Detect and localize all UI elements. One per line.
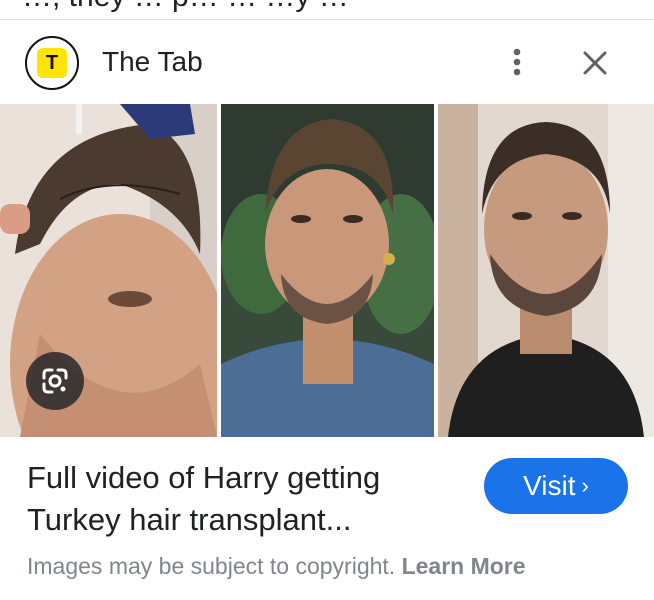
result-title-line1: Full video of Harry getting (27, 460, 381, 495)
visit-button[interactable]: Visit › (484, 458, 628, 514)
result-title-line2: Turkey hair transplant... (27, 502, 352, 537)
previous-content-clip: …, they … p… … …y … (0, 0, 654, 20)
visit-label: Visit (523, 470, 576, 501)
learn-more-link[interactable]: Learn More (402, 553, 526, 579)
source-name[interactable]: The Tab (102, 44, 203, 80)
close-icon[interactable] (580, 48, 610, 78)
copyright-text: Images may be subject to copyright. (27, 553, 396, 579)
logo-letter: T (37, 48, 67, 78)
clipped-text: …, they … p… … …y … (22, 0, 349, 14)
source-header (0, 20, 654, 104)
chevron-right-icon: › (581, 473, 589, 498)
result-image-3[interactable] (438, 104, 654, 437)
image-strip[interactable] (0, 104, 654, 437)
result-image-2[interactable] (221, 104, 434, 437)
more-vert-icon[interactable] (505, 46, 529, 78)
copyright-notice: Images may be subject to copyright. Lear… (27, 551, 526, 581)
result-title[interactable]: Full video of Harry getting Turkey hair … (27, 457, 467, 541)
lens-button[interactable] (26, 352, 84, 410)
google-lens-icon (42, 368, 68, 394)
source-logo[interactable]: T (25, 36, 79, 90)
